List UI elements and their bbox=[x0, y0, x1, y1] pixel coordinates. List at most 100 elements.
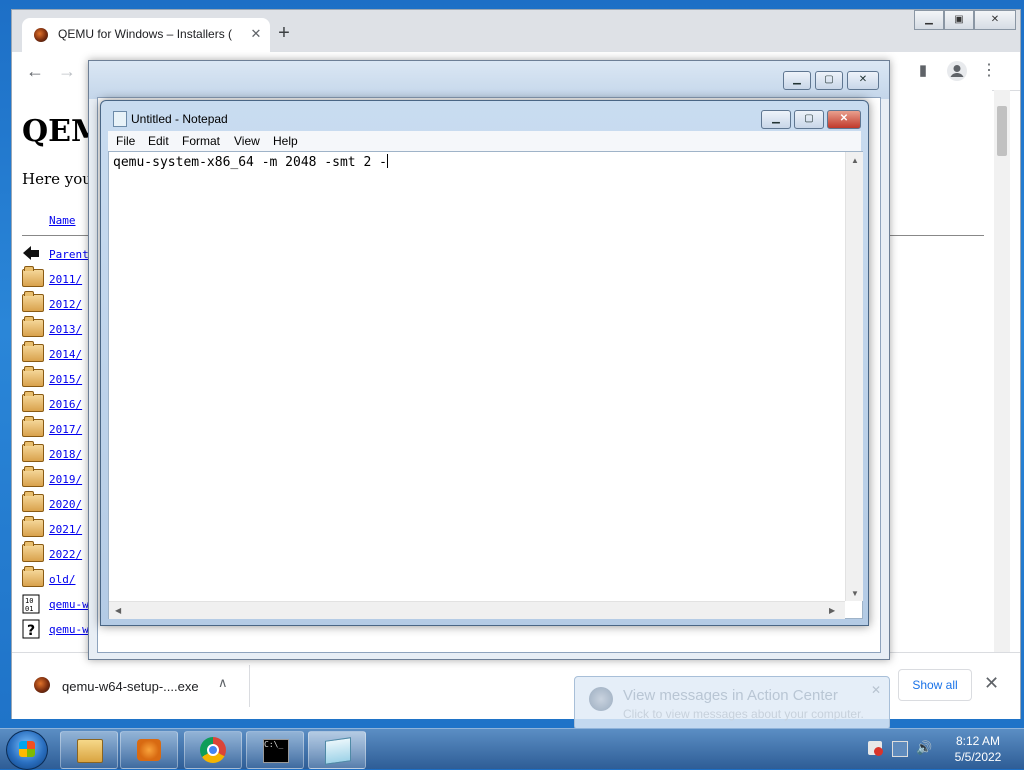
close-button[interactable]: ✕ bbox=[827, 110, 861, 129]
tab-strip: QEMU for Windows – Installers ( ✕ + ▁ ▣ … bbox=[12, 10, 1020, 52]
notification-title: View messages in Action Center bbox=[623, 687, 838, 704]
row-link[interactable]: 2016/ bbox=[49, 398, 82, 411]
page-scrollbar-thumb[interactable] bbox=[997, 106, 1007, 156]
download-bar-close-icon[interactable]: ✕ bbox=[984, 673, 999, 694]
menu-edit[interactable]: Edit bbox=[148, 134, 169, 148]
tab-close-icon[interactable]: ✕ bbox=[248, 26, 264, 42]
menu-format[interactable]: Format bbox=[182, 134, 220, 148]
explorer-minimize-button[interactable]: ▁ bbox=[783, 71, 811, 90]
horizontal-scrollbar[interactable]: ◀ ▶ bbox=[109, 601, 845, 619]
column-header-name[interactable]: Name bbox=[49, 214, 76, 227]
file-explorer-icon bbox=[77, 739, 103, 763]
maximize-button[interactable]: ▢ bbox=[794, 110, 824, 129]
media-player-icon bbox=[137, 739, 161, 761]
forward-arrow-icon[interactable]: → bbox=[56, 60, 78, 82]
qemu-installer-icon bbox=[34, 677, 50, 693]
taskbar-command-prompt[interactable]: C:\_ bbox=[246, 731, 304, 769]
back-arrow-icon[interactable]: ← bbox=[24, 60, 46, 82]
folder-icon bbox=[22, 266, 44, 287]
folder-icon bbox=[22, 366, 44, 387]
menu-help[interactable]: Help bbox=[273, 134, 298, 148]
browser-maximize-button[interactable]: ▣ bbox=[944, 10, 974, 30]
chevron-up-icon[interactable]: ∧ bbox=[218, 675, 228, 691]
download-file-name[interactable]: qemu-w64-setup-....exe bbox=[62, 679, 199, 694]
text-editor[interactable]: qemu-system-x86_64 -m 2048 -smt 2 - ▲ ▼ … bbox=[108, 151, 863, 619]
folder-icon bbox=[22, 566, 44, 587]
taskbar-media-player[interactable] bbox=[120, 731, 178, 769]
notepad-taskbar-icon bbox=[325, 737, 351, 765]
menu-file[interactable]: File bbox=[116, 134, 135, 148]
row-link[interactable]: 2011/ bbox=[49, 273, 82, 286]
folder-icon bbox=[22, 441, 44, 462]
scroll-right-icon[interactable]: ▶ bbox=[829, 606, 835, 615]
explorer-maximize-button[interactable]: ▢ bbox=[815, 71, 843, 90]
menu-view[interactable]: View bbox=[234, 134, 260, 148]
vertical-scrollbar[interactable]: ▲ ▼ bbox=[845, 152, 863, 601]
row-link[interactable]: 2013/ bbox=[49, 323, 82, 336]
row-link[interactable]: 2021/ bbox=[49, 523, 82, 536]
folder-icon bbox=[22, 341, 44, 362]
row-link[interactable]: old/ bbox=[49, 573, 76, 586]
folder-icon bbox=[22, 541, 44, 562]
notification-close-icon[interactable]: ✕ bbox=[871, 683, 881, 697]
action-center-icon[interactable] bbox=[868, 741, 883, 756]
clock-time: 8:12 AM bbox=[955, 734, 1001, 748]
taskbar-explorer[interactable] bbox=[60, 731, 118, 769]
row-link[interactable]: qemu-w bbox=[49, 623, 89, 636]
row-link[interactable]: Parent bbox=[49, 248, 89, 261]
volume-icon[interactable]: 🔊 bbox=[916, 741, 932, 755]
taskbar-chrome[interactable] bbox=[184, 731, 242, 769]
system-clock[interactable]: 8:12 AM 5/5/2022 bbox=[948, 733, 1008, 765]
minimize-button[interactable]: ▁ bbox=[761, 110, 791, 129]
explorer-title-bar: ▁ ▢ ✕ bbox=[89, 61, 889, 99]
row-link[interactable]: 2019/ bbox=[49, 473, 82, 486]
page-scrollbar[interactable] bbox=[994, 90, 1010, 652]
explorer-close-button[interactable]: ✕ bbox=[847, 71, 879, 90]
show-all-button[interactable]: Show all bbox=[898, 669, 972, 701]
clock-date: 5/5/2022 bbox=[954, 750, 1002, 764]
windows-logo-icon bbox=[19, 741, 35, 757]
browser-close-button[interactable]: ✕ bbox=[974, 10, 1016, 30]
binary-file-icon: 10 01 bbox=[22, 594, 42, 614]
chrome-icon bbox=[200, 737, 226, 763]
notification-balloon[interactable]: View messages in Action Center Click to … bbox=[574, 676, 890, 730]
taskbar: C:\_ 🔊 8:12 AM 5/5/2022 bbox=[0, 728, 1024, 770]
action-center-flag-icon bbox=[589, 687, 613, 711]
row-link[interactable]: 2022/ bbox=[49, 548, 82, 561]
start-button[interactable] bbox=[6, 730, 48, 770]
scroll-down-icon[interactable]: ▼ bbox=[851, 589, 859, 598]
folder-icon bbox=[22, 416, 44, 437]
new-tab-button[interactable]: + bbox=[274, 23, 294, 44]
folder-icon bbox=[22, 316, 44, 337]
svg-text:10: 10 bbox=[25, 597, 33, 605]
row-link[interactable]: 2020/ bbox=[49, 498, 82, 511]
row-link[interactable]: 2015/ bbox=[49, 373, 82, 386]
side-panel-icon[interactable]: ▮ bbox=[912, 60, 934, 82]
notepad-icon bbox=[113, 111, 127, 127]
unknown-file-icon: ? bbox=[22, 619, 42, 639]
browser-tab[interactable]: QEMU for Windows – Installers ( ✕ bbox=[22, 18, 270, 52]
row-link[interactable]: qemu-w bbox=[49, 598, 89, 611]
network-icon[interactable] bbox=[892, 741, 908, 757]
menu-bar: File Edit Format View Help bbox=[108, 131, 861, 151]
browser-minimize-button[interactable]: ▁ bbox=[914, 10, 944, 30]
text-caret bbox=[386, 154, 388, 168]
window-title: Untitled - Notepad bbox=[131, 112, 228, 126]
back-arrow-icon bbox=[22, 244, 42, 260]
row-link[interactable]: 2012/ bbox=[49, 298, 82, 311]
taskbar-notepad[interactable] bbox=[308, 731, 366, 769]
row-link[interactable]: 2014/ bbox=[49, 348, 82, 361]
folder-icon bbox=[22, 391, 44, 412]
notification-subtitle: Click to view messages about your comput… bbox=[623, 707, 864, 721]
editor-text[interactable]: qemu-system-x86_64 -m 2048 -smt 2 - bbox=[113, 154, 388, 170]
qemu-favicon-icon bbox=[34, 28, 48, 42]
folder-icon bbox=[22, 491, 44, 512]
row-link[interactable]: 2018/ bbox=[49, 448, 82, 461]
scroll-up-icon[interactable]: ▲ bbox=[851, 156, 859, 165]
profile-avatar-icon[interactable] bbox=[946, 60, 968, 82]
notepad-window: Untitled - Notepad ▁ ▢ ✕ File Edit Forma… bbox=[100, 100, 869, 626]
folder-icon bbox=[22, 291, 44, 312]
menu-dots-icon[interactable]: ⋮ bbox=[978, 60, 1000, 82]
row-link[interactable]: 2017/ bbox=[49, 423, 82, 436]
scroll-left-icon[interactable]: ◀ bbox=[115, 606, 121, 615]
